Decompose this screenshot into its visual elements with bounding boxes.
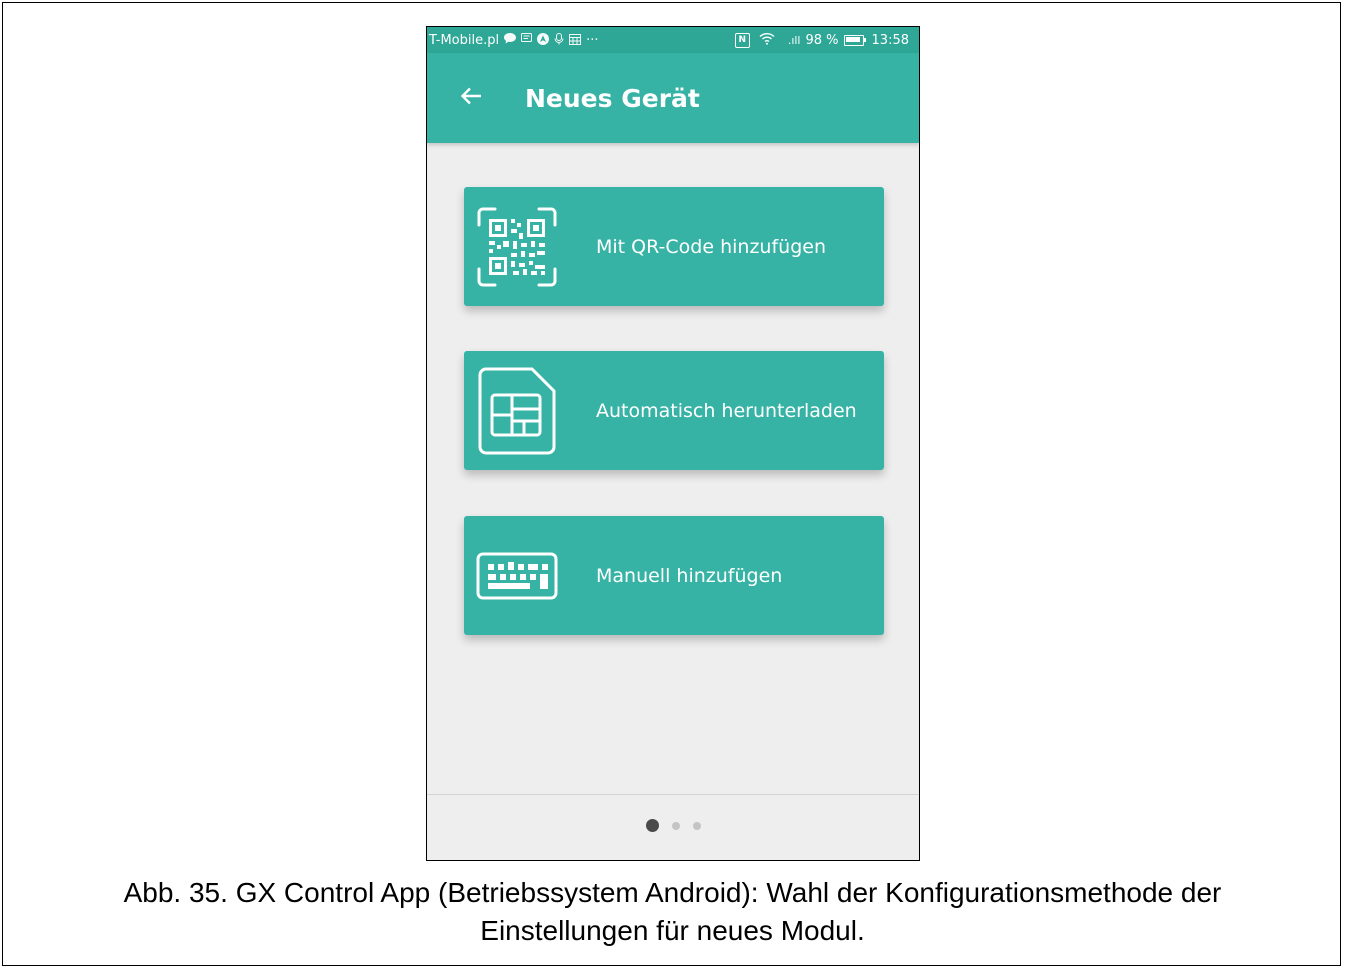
chat-icon [504,33,517,47]
download-automatically-button[interactable]: Automatisch herunterladen [464,351,884,470]
page-title: Neues Gerät [525,83,700,113]
calendar-icon [569,33,582,48]
message-icon [521,33,533,47]
phone-screenshot: T-Mobile.pl ··· N .ıll 98 % 13:58 Neues … [426,26,920,861]
nfc-icon: N [734,32,750,48]
keyboard-icon [474,533,560,619]
caption-line-2: Einstellungen für neues Modul. [480,915,865,946]
battery-icon [843,34,866,46]
arrow-left-icon [460,87,482,110]
add-manually-button[interactable]: Manuell hinzufügen [464,516,884,635]
add-with-qr-code-button[interactable]: Mit QR-Code hinzufügen [464,187,884,306]
carrier-name: T-Mobile.pl [429,32,500,48]
wifi-icon [759,32,775,49]
qr-code-icon [474,204,560,290]
option-label: Mit QR-Code hinzufügen [596,235,826,258]
battery-percent: 98 % [805,32,839,48]
page-dot-active [645,819,659,832]
option-label: Automatisch herunterladen [596,399,857,422]
back-button[interactable] [451,78,491,118]
navigation-icon [537,32,550,48]
caption-line-1: Abb. 35. GX Control App (Betriebssystem … [123,877,1222,908]
voicemail-icon [554,32,564,48]
divider [427,794,919,795]
status-bar: T-Mobile.pl ··· N .ıll 98 % 13:58 [427,27,919,53]
sim-card-icon [474,367,560,454]
clock: 13:58 [871,32,909,48]
more-notifications-indicator: ··· [586,32,599,48]
app-bar: Neues Gerät [427,53,919,143]
page-dot [692,821,701,830]
figure-caption: Abb. 35. GX Control App (Betriebssystem … [0,874,1345,950]
page-indicator [427,819,919,832]
signal-icon: .ıll [787,33,801,47]
nfc-label: N [738,34,747,45]
option-label: Manuell hinzufügen [596,564,783,587]
page-dot [671,821,680,830]
